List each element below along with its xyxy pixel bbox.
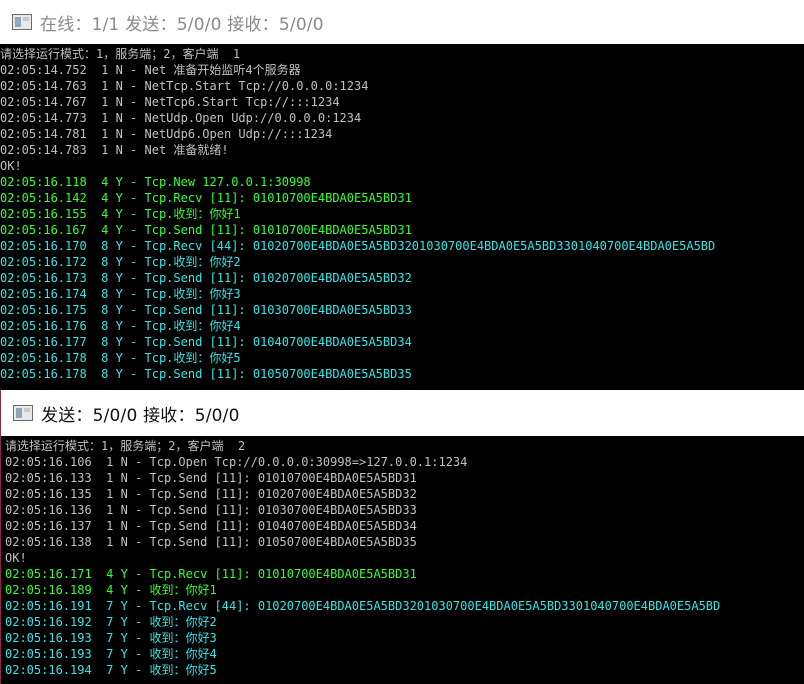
console-line: 02:05:16.192 7 Y - 收到：你好2 (5, 615, 217, 629)
console-line: 02:05:16.174 8 Y - Tcp.收到：你好3 (0, 287, 241, 301)
console-line: 02:05:16.189 4 Y - 收到：你好1 (5, 583, 217, 597)
console-window-icon (12, 14, 32, 30)
console-line: OK! (5, 551, 27, 565)
server-console-window: 在线：1/1 发送：5/0/0 接收：5/0/0 请选择运行模式：1，服务端；2… (0, 0, 804, 390)
console-line: 02:05:14.783 1 N - Net 准备就绪! (0, 143, 229, 157)
console-line: 02:05:16.193 7 Y - 收到：你好4 (5, 647, 217, 661)
console-line: 02:05:16.133 1 N - Tcp.Send [11]: 010107… (5, 471, 417, 485)
console-line: OK! (0, 159, 22, 173)
console-line: 02:05:16.142 4 Y - Tcp.Recv [11]: 010107… (0, 191, 412, 205)
console-line: 02:05:14.781 1 N - NetUdp6.Open Udp://::… (0, 127, 333, 141)
server-window-title: 在线：1/1 发送：5/0/0 接收：5/0/0 (40, 14, 324, 35)
console-line: 02:05:16.136 1 N - Tcp.Send [11]: 010307… (5, 503, 417, 517)
console-line: 02:05:16.191 7 Y - Tcp.Recv [44]: 010207… (5, 599, 721, 613)
console-line: 02:05:16.194 7 Y - 收到：你好5 (5, 663, 217, 677)
server-title-bar[interactable]: 在线：1/1 发送：5/0/0 接收：5/0/0 (0, 0, 804, 44)
console-line: 02:05:16.176 8 Y - Tcp.收到：你好4 (0, 319, 241, 333)
console-line: 02:05:16.155 4 Y - Tcp.收到：你好1 (0, 207, 241, 221)
console-line: 请选择运行模式：1，服务端；2，客户端 1 (0, 47, 241, 61)
console-line: 02:05:16.177 8 Y - Tcp.Send [11]: 010407… (0, 335, 412, 349)
console-line: 02:05:16.178 8 Y - Tcp.Send [11]: 010507… (0, 367, 412, 381)
client-console-output[interactable]: 请选择运行模式：1，服务端；2，客户端 2 02:05:16.106 1 N - … (1, 436, 804, 684)
console-line: 02:05:14.773 1 N - NetUdp.Open Udp://0.0… (0, 111, 362, 125)
console-line: 02:05:16.173 8 Y - Tcp.Send [11]: 010207… (0, 271, 412, 285)
client-console-window: 发送：5/0/0 接收：5/0/0 请选择运行模式：1，服务端；2，客户端 2 0… (0, 390, 804, 684)
console-line: 02:05:14.763 1 N - NetTcp.Start Tcp://0.… (0, 79, 369, 93)
console-line: 02:05:14.767 1 N - NetTcp6.Start Tcp://:… (0, 95, 340, 109)
client-window-title: 发送：5/0/0 接收：5/0/0 (41, 405, 240, 426)
console-line: 02:05:16.193 7 Y - 收到：你好3 (5, 631, 217, 645)
console-line: 请选择运行模式：1，服务端；2，客户端 2 (5, 439, 246, 453)
client-title-bar[interactable]: 发送：5/0/0 接收：5/0/0 (1, 390, 804, 436)
console-line: 02:05:16.118 4 Y - Tcp.New 127.0.0.1:309… (0, 175, 311, 189)
console-line: 02:05:16.171 4 Y - Tcp.Recv [11]: 010107… (5, 567, 417, 581)
console-line: 02:05:16.175 8 Y - Tcp.Send [11]: 010307… (0, 303, 412, 317)
console-line: 02:05:16.106 1 N - Tcp.Open Tcp://0.0.0.… (5, 455, 468, 469)
console-line: 02:05:16.178 8 Y - Tcp.收到：你好5 (0, 351, 241, 365)
console-line: 02:05:16.167 4 Y - Tcp.Send [11]: 010107… (0, 223, 412, 237)
server-console-output[interactable]: 请选择运行模式：1，服务端；2，客户端 1 02:05:14.752 1 N - … (0, 44, 804, 390)
console-line: 02:05:16.137 1 N - Tcp.Send [11]: 010407… (5, 519, 417, 533)
console-line: 02:05:16.170 8 Y - Tcp.Recv [44]: 010207… (0, 239, 716, 253)
console-line: 02:05:16.135 1 N - Tcp.Send [11]: 010207… (5, 487, 417, 501)
console-line: 02:05:14.752 1 N - Net 准备开始监听4个服务器 (0, 63, 301, 77)
console-line: 02:05:16.172 8 Y - Tcp.收到：你好2 (0, 255, 241, 269)
console-window-icon (13, 405, 33, 421)
console-line: 02:05:16.138 1 N - Tcp.Send [11]: 010507… (5, 535, 417, 549)
